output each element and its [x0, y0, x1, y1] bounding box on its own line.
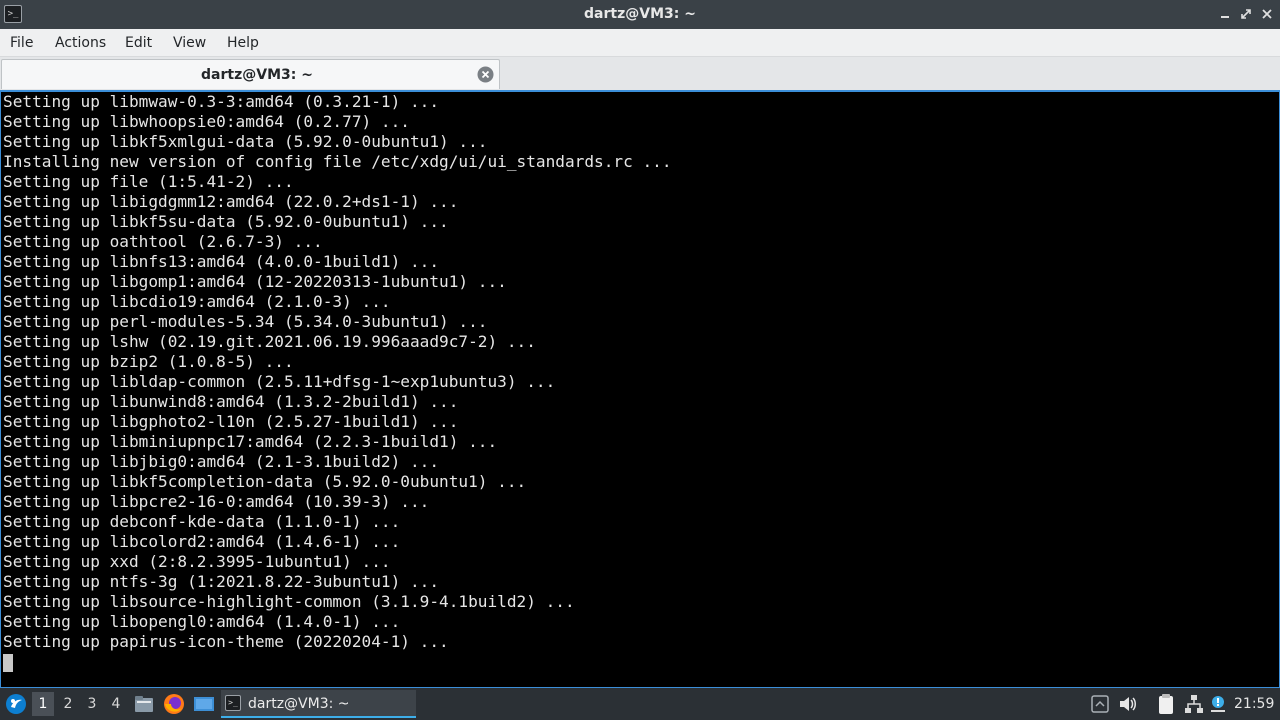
terminal-line: Setting up libgphoto2-l10n (2.5.27-1buil… — [3, 412, 459, 431]
workspace-2[interactable]: 2 — [57, 692, 79, 716]
menu-file[interactable]: File — [10, 29, 33, 57]
terminal-icon: >_ — [225, 695, 241, 711]
workspace-1[interactable]: 1 — [32, 692, 54, 716]
clock[interactable]: 21:59 — [1234, 688, 1274, 720]
terminal-line: Setting up libgomp1:amd64 (12-20220313-1… — [3, 272, 507, 291]
menu-view[interactable]: View — [173, 29, 206, 57]
tab-bar: dartz@VM3: ~ — [0, 57, 1280, 90]
workspace-4[interactable]: 4 — [105, 692, 127, 716]
terminal-line: Setting up lshw (02.19.git.2021.06.19.99… — [3, 332, 536, 351]
taskbar-task-terminal[interactable]: >_ dartz@VM3: ~ — [221, 690, 416, 718]
terminal-line: Setting up oathtool (2.6.7-3) ... — [3, 232, 323, 251]
terminal-line: Setting up debconf-kde-data (1.1.0-1) ..… — [3, 512, 401, 531]
terminal-line: Setting up libnfs13:amd64 (4.0.0-1build1… — [3, 252, 440, 271]
terminal-line: Setting up perl-modules-5.34 (5.34.0-3ub… — [3, 312, 488, 331]
terminal-line: Setting up libigdgmm12:amd64 (22.0.2+ds1… — [3, 192, 459, 211]
window-title: dartz@VM3: ~ — [584, 6, 696, 22]
volume-icon[interactable] — [1117, 693, 1139, 715]
terminal-line: Setting up libcdio19:amd64 (2.1.0-3) ... — [3, 292, 391, 311]
taskbar: 1 2 3 4 >_ dartz@VM3: ~ 21:59 — [0, 688, 1280, 720]
minimize-icon[interactable] — [1217, 6, 1233, 22]
terminal-line: Setting up libkf5completion-data (5.92.0… — [3, 472, 527, 491]
firefox-icon[interactable] — [163, 693, 185, 715]
terminal-line: Setting up libsource-highlight-common (3… — [3, 592, 575, 611]
terminal-line: Setting up libminiupnpc17:amd64 (2.2.3-1… — [3, 432, 498, 451]
close-icon[interactable] — [1259, 6, 1275, 22]
terminal-line: Setting up xxd (2:8.2.3995-1ubuntu1) ... — [3, 552, 391, 571]
terminal-output[interactable]: Setting up libmwaw-0.3-3:amd64 (0.3.21-1… — [0, 90, 1280, 688]
terminal-line: Setting up ntfs-3g (1:2021.8.22-3ubuntu1… — [3, 572, 440, 591]
update-notifier-icon[interactable] — [1207, 693, 1229, 715]
terminal-line: Setting up file (1:5.41-2) ... — [3, 172, 294, 191]
terminal-line: Setting up libkf5xmlgui-data (5.92.0-0ub… — [3, 132, 488, 151]
terminal-line: Installing new version of config file /e… — [3, 152, 672, 171]
show-desktop-icon[interactable] — [193, 693, 215, 715]
terminal-line: Setting up libldap-common (2.5.11+dfsg-1… — [3, 372, 556, 391]
terminal-line: Setting up libopengl0:amd64 (1.4.0-1) ..… — [3, 612, 401, 631]
terminal-tab[interactable]: dartz@VM3: ~ — [1, 59, 500, 89]
menu-edit[interactable]: Edit — [125, 29, 152, 57]
terminal-line: Setting up libkf5su-data (5.92.0-0ubuntu… — [3, 212, 449, 231]
file-manager-icon[interactable] — [133, 693, 155, 715]
title-bar[interactable]: >_ dartz@VM3: ~ — [0, 0, 1280, 29]
terminal-cursor — [3, 654, 13, 672]
workspace-3[interactable]: 3 — [81, 692, 103, 716]
menu-help[interactable]: Help — [227, 29, 259, 57]
maximize-icon[interactable] — [1238, 6, 1254, 22]
terminal-line: Setting up libmwaw-0.3-3:amd64 (0.3.21-1… — [3, 92, 440, 111]
close-circle-icon[interactable] — [477, 66, 494, 83]
network-icon[interactable] — [1183, 693, 1205, 715]
task-label: dartz@VM3: ~ — [248, 696, 350, 712]
menu-bar: File Actions Edit View Help — [0, 29, 1280, 57]
menu-actions[interactable]: Actions — [55, 29, 106, 57]
terminal-line: Setting up libunwind8:amd64 (1.3.2-2buil… — [3, 392, 459, 411]
tab-label: dartz@VM3: ~ — [201, 67, 313, 83]
terminal-line: Setting up libcolord2:amd64 (1.4.6-1) ..… — [3, 532, 401, 551]
tray-expand-icon[interactable] — [1089, 693, 1111, 715]
terminal-line: Setting up libpcre2-16-0:amd64 (10.39-3)… — [3, 492, 430, 511]
terminal-line: Setting up libwhoopsie0:amd64 (0.2.77) .… — [3, 112, 410, 131]
terminal-line: Setting up papirus-icon-theme (20220204-… — [3, 632, 449, 651]
terminal-line: Setting up libjbig0:amd64 (2.1-3.1build2… — [3, 452, 440, 471]
terminal-line: Setting up bzip2 (1.0.8-5) ... — [3, 352, 294, 371]
clipboard-icon[interactable] — [1155, 693, 1177, 715]
lubuntu-start-icon[interactable] — [5, 693, 27, 715]
